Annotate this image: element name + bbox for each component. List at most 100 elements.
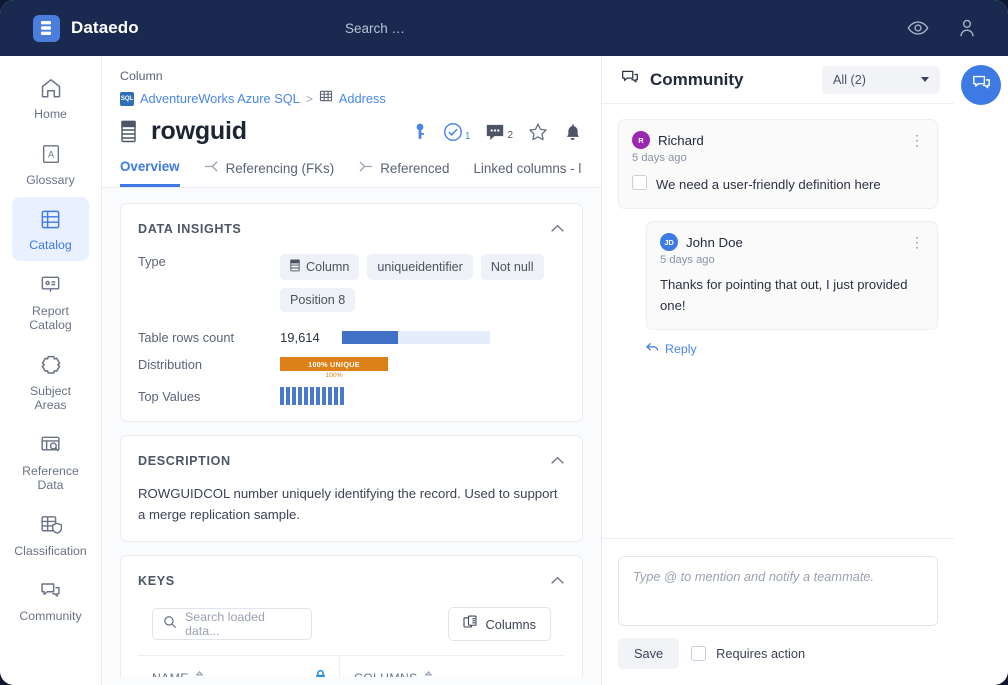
report-catalog-icon <box>39 272 62 298</box>
table-rows-count-bar <box>342 331 490 344</box>
tab-overview-label: Overview <box>120 159 180 174</box>
user-icon[interactable] <box>956 17 978 39</box>
comment-menu-icon[interactable]: ⋮ <box>910 238 924 246</box>
brand[interactable]: Dataedo <box>0 15 300 42</box>
tab-referencing-fks[interactable]: Referencing (FKs) <box>204 160 335 186</box>
comments-icon[interactable]: 2 <box>484 122 513 142</box>
breadcrumb-database[interactable]: AdventureWorks Azure SQL <box>140 91 300 106</box>
global-search[interactable]: Search … <box>300 21 907 36</box>
avatar: JD <box>660 233 678 251</box>
search-icon <box>163 615 177 634</box>
comment-composer-input[interactable]: Type @ to mention and notify a teammate. <box>618 556 938 626</box>
comment-checkbox[interactable] <box>632 175 647 190</box>
keys-col-name[interactable]: NAME <box>152 656 340 677</box>
app-window: Dataedo Search … Home A Glossary <box>0 0 1008 685</box>
community-title: Community <box>650 70 744 90</box>
top-actions <box>907 17 1008 39</box>
tab-linked-columns-label: Linked columns - l <box>473 161 581 176</box>
main-content: Column SQL AdventureWorks Azure SQL > Ad… <box>102 56 601 685</box>
title-row: rowguid 1 2 <box>120 117 601 146</box>
community-fab-button[interactable] <box>961 65 1001 105</box>
sidebar-item-report-catalog[interactable]: Report Catalog <box>12 263 89 341</box>
community-icon <box>620 67 640 92</box>
table-rows-count-row: Table rows count 19,614 <box>138 330 565 345</box>
validated-count: 1 <box>465 131 471 142</box>
validated-icon[interactable]: 1 <box>442 121 471 143</box>
reference-data-icon <box>39 432 62 458</box>
keys-col-name-label: NAME <box>152 671 189 677</box>
reply-button[interactable]: Reply <box>646 342 938 356</box>
community-filter-dropdown[interactable]: All (2) <box>822 66 940 94</box>
sidebar-item-reference-data[interactable]: Reference Data <box>12 423 89 501</box>
sidebar-item-home[interactable]: Home <box>12 66 89 130</box>
referencing-icon <box>204 160 219 176</box>
chip-position[interactable]: Position 8 <box>280 288 355 312</box>
sidebar-label-classification: Classification <box>14 544 86 559</box>
classification-icon <box>39 512 62 538</box>
sidebar-item-glossary[interactable]: A Glossary <box>12 132 89 196</box>
columns-button[interactable]: Columns <box>448 607 552 641</box>
community-composer-area: Type @ to mention and notify a teammate.… <box>602 538 954 685</box>
avatar: R <box>632 131 650 149</box>
lock-icon <box>314 669 327 677</box>
save-button[interactable]: Save <box>618 638 679 669</box>
sidebar-item-community[interactable]: Community <box>12 568 89 632</box>
comment-menu-icon[interactable]: ⋮ <box>910 136 924 144</box>
keys-col-columns[interactable]: COLUMNS <box>340 656 530 677</box>
description-card: DESCRIPTION ROWGUIDCOL number uniquely i… <box>120 435 583 542</box>
tab-linked-columns[interactable]: Linked columns - l <box>473 161 581 186</box>
top-values-row: Top Values <box>138 387 565 405</box>
chip-datatype[interactable]: uniqueidentifier <box>367 254 472 280</box>
requires-action-field[interactable]: Requires action <box>691 646 805 661</box>
keys-search-placeholder: Search loaded data... <box>185 610 301 638</box>
star-icon[interactable] <box>527 121 549 143</box>
sidebar-item-subject-areas[interactable]: Subject Areas <box>12 343 89 421</box>
comment-time: 5 days ago <box>660 254 924 266</box>
description-title: DESCRIPTION <box>138 454 231 468</box>
data-insights-card: DATA INSIGHTS Type Column <box>120 203 583 422</box>
sidebar-item-classification[interactable]: Classification <box>12 503 89 567</box>
comment-author: John Doe <box>686 235 743 250</box>
sort-icon <box>195 671 204 677</box>
requires-action-checkbox[interactable] <box>691 646 706 661</box>
sidebar-label-community: Community <box>19 609 81 624</box>
sidebar-item-catalog[interactable]: Catalog <box>12 197 89 261</box>
chip-column[interactable]: Column <box>280 254 359 280</box>
breadcrumb-table[interactable]: Address <box>339 91 386 106</box>
type-row: Type Column uniqueidentifier Not null Po… <box>138 254 565 312</box>
community-comment-list[interactable]: R Richard ⋮ 5 days ago We need a user-fr… <box>602 104 954 538</box>
column-small-icon <box>290 259 300 275</box>
chevron-up-icon[interactable] <box>550 452 565 470</box>
top-bar: Dataedo Search … <box>0 0 1008 56</box>
keys-search-input[interactable]: Search loaded data... <box>152 608 312 640</box>
community-panel: Community All (2) R Richard ⋮ 5 days ago… <box>601 56 954 685</box>
sidebar: Home A Glossary Catalog Report Catalog S… <box>0 56 102 685</box>
comment-body: Thanks for pointing that out, I just pro… <box>660 274 924 316</box>
keys-card: KEYS Search loaded data... <box>120 555 583 677</box>
key-icon[interactable] <box>412 122 428 142</box>
type-label: Type <box>138 254 280 312</box>
tab-referenced[interactable]: Referenced <box>358 160 449 186</box>
bell-icon[interactable] <box>563 121 583 143</box>
referenced-icon <box>358 160 373 176</box>
object-kind: Column <box>120 69 601 83</box>
eye-icon[interactable] <box>907 17 929 39</box>
page-title: rowguid <box>151 117 247 146</box>
comment-header: JD John Doe ⋮ <box>660 233 924 251</box>
breadcrumb: SQL AdventureWorks Azure SQL > Address <box>120 89 601 108</box>
overview-scroll-area[interactable]: DATA INSIGHTS Type Column <box>102 188 601 677</box>
sidebar-label-glossary: Glossary <box>26 173 75 188</box>
sidebar-label-catalog: Catalog <box>29 238 71 253</box>
subject-areas-icon <box>39 352 63 378</box>
chevron-up-icon[interactable] <box>550 220 565 238</box>
comment-text: Thanks for pointing that out, I just pro… <box>660 274 924 316</box>
object-tabs: Overview Referencing (FKs) Referenced Li… <box>120 159 601 187</box>
comment-text: We need a user-friendly definition here <box>656 174 881 195</box>
distribution-sublabel: 100% <box>280 372 388 379</box>
chevron-up-icon[interactable] <box>550 572 565 590</box>
tab-overview[interactable]: Overview <box>120 159 180 187</box>
chip-nullability[interactable]: Not null <box>481 254 544 280</box>
tab-referenced-label: Referenced <box>380 161 449 176</box>
glossary-icon: A <box>40 141 62 167</box>
description-text: ROWGUIDCOL number uniquely identifying t… <box>138 483 565 525</box>
